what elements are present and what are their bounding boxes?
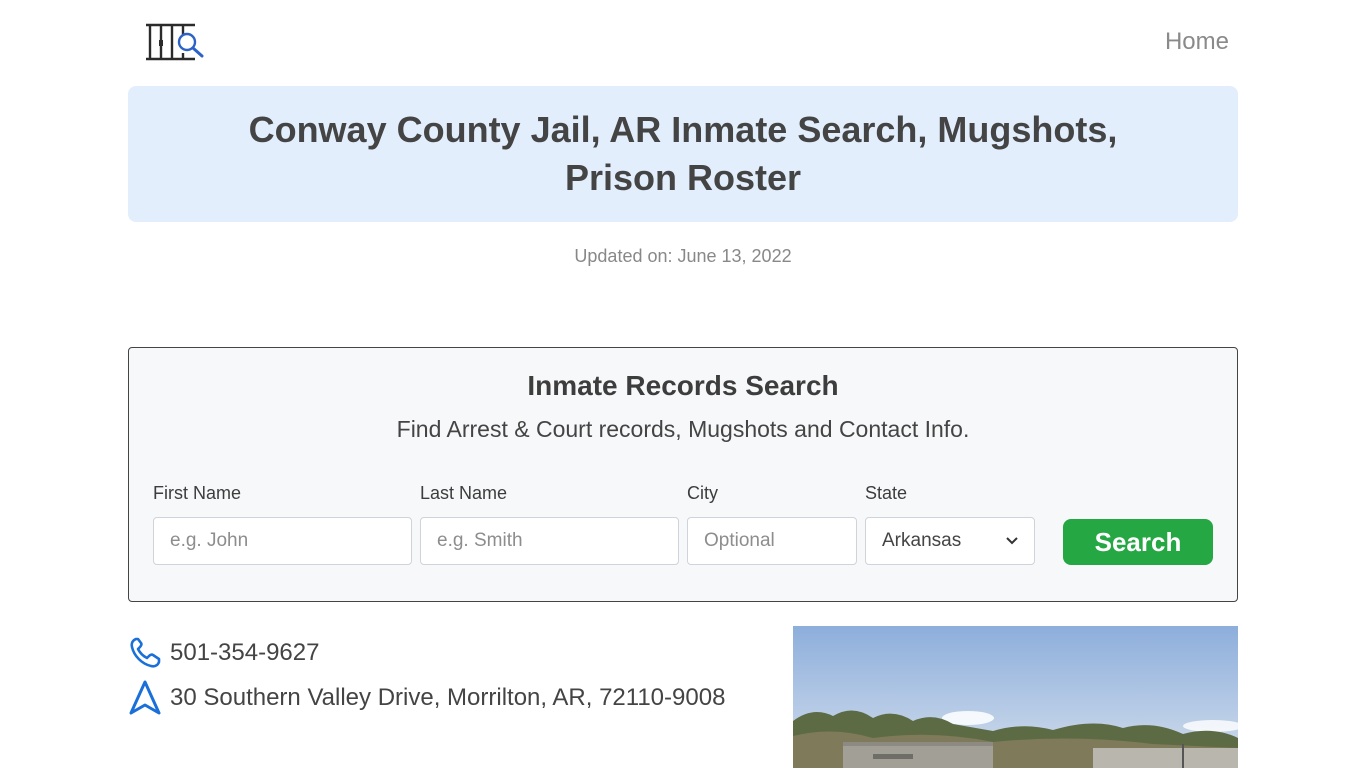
phone-icon <box>130 637 161 668</box>
city-label: City <box>687 483 718 503</box>
facility-photo <box>793 626 1238 768</box>
last-name-label: Last Name <box>420 483 508 503</box>
search-button[interactable]: Search <box>1063 519 1213 565</box>
title-banner: Conway County Jail, AR Inmate Search, Mu… <box>128 86 1238 222</box>
phone-row[interactable]: 501-354-9627 <box>128 636 319 670</box>
state-select[interactable]: Arkansas <box>865 517 1035 565</box>
page-title: Conway County Jail, AR Inmate Search, Mu… <box>248 109 1118 198</box>
site-logo[interactable] <box>145 22 207 62</box>
state-label: State <box>865 483 908 503</box>
city-input[interactable] <box>687 517 857 565</box>
nav-home-link[interactable]: Home <box>1165 28 1229 56</box>
address-row[interactable]: 30 Southern Valley Drive, Morrilton, AR,… <box>128 680 725 716</box>
state-selected-value: Arkansas <box>882 530 962 551</box>
address-text: 30 Southern Valley Drive, Morrilton, AR,… <box>170 684 726 711</box>
navigation-arrow-icon <box>129 680 161 715</box>
first-name-input[interactable] <box>153 517 412 565</box>
first-name-label: First Name <box>153 483 242 503</box>
chevron-down-icon <box>1006 537 1018 545</box>
updated-date: Updated on: June 13, 2022 <box>574 246 792 266</box>
inmate-search-form: Inmate Records Search Find Arrest & Cour… <box>128 347 1238 602</box>
jail-bars-search-icon <box>146 23 204 61</box>
search-subtitle: Find Arrest & Court records, Mugshots an… <box>396 416 970 442</box>
last-name-input[interactable] <box>420 517 679 565</box>
search-title: Inmate Records Search <box>527 370 839 401</box>
phone-number: 501-354-9627 <box>170 639 320 666</box>
